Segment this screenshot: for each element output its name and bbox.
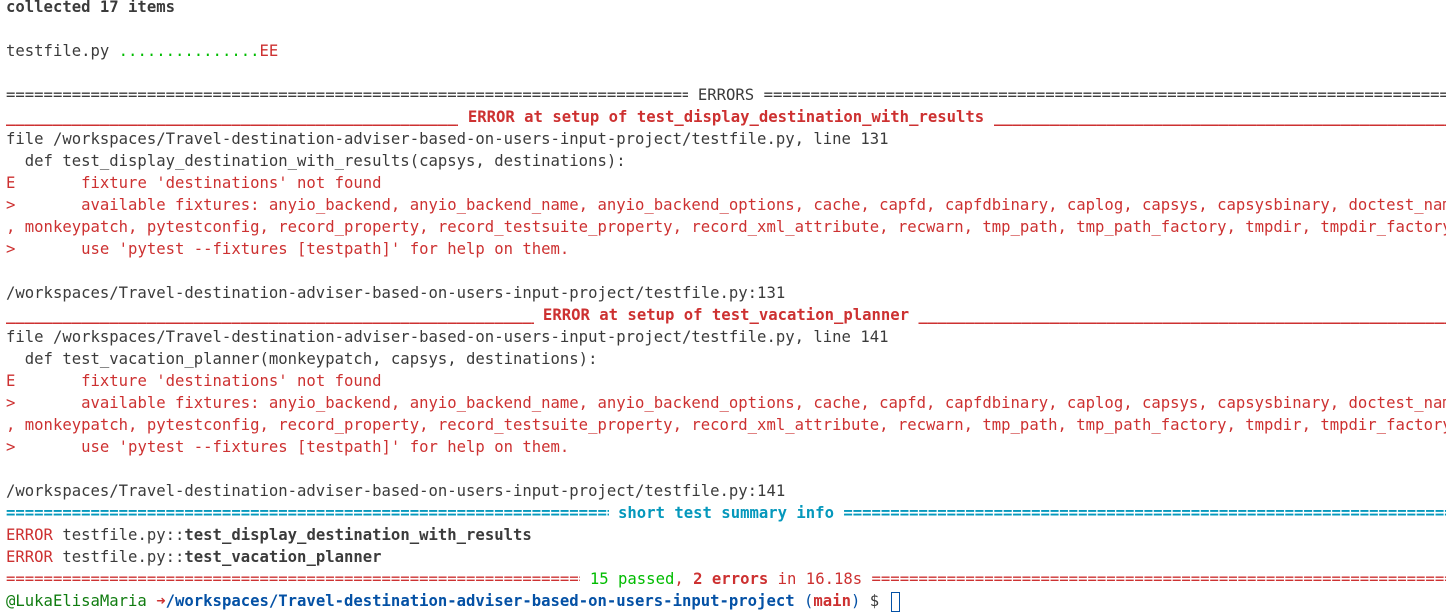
- error-available-line-2: > available fixtures: anyio_backend, any…: [6, 392, 1446, 414]
- prompt-branch-close: ): [850, 592, 861, 610]
- underscore-right: [918, 304, 1446, 326]
- progress-pass-dots: ...............: [118, 42, 260, 60]
- progress-file: testfile.py: [6, 42, 119, 60]
- error-use-line-1: > use 'pytest --fixtures [testpath]' for…: [6, 238, 1446, 260]
- underscore-left: [6, 106, 458, 128]
- summary-file[interactable]: testfile.py::: [53, 548, 184, 566]
- error-location-1[interactable]: /workspaces/Travel-destination-adviser-b…: [6, 282, 1446, 304]
- result-time: in 16.18s: [768, 570, 872, 588]
- separator-left: [6, 568, 580, 590]
- prompt-user: @LukaElisaMaria: [6, 592, 157, 610]
- prompt-arrow-icon: ➜: [156, 592, 166, 610]
- result-errors: 2 errors: [693, 570, 769, 588]
- avail-prefix: >: [6, 196, 82, 214]
- prompt-path: /workspaces/Travel-destination-adviser-b…: [165, 592, 795, 610]
- prompt-branch: main: [813, 592, 851, 610]
- e-prefix: E: [6, 174, 82, 192]
- summary-header: short test summary info: [6, 502, 1446, 524]
- summary-test[interactable]: test_vacation_planner: [184, 548, 381, 566]
- error-e-line-2: E fixture 'destinations' not found: [6, 370, 1446, 392]
- result-comma: ,: [674, 570, 694, 588]
- terminal-cursor[interactable]: [890, 591, 900, 612]
- prompt-symbol: $: [860, 592, 889, 610]
- shell-prompt[interactable]: @LukaElisaMaria ➜/workspaces/Travel-dest…: [6, 590, 1446, 612]
- error-e-line-1: E fixture 'destinations' not found: [6, 172, 1446, 194]
- error-location-2[interactable]: /workspaces/Travel-destination-adviser-b…: [6, 480, 1446, 502]
- avail-prefix: >: [6, 394, 82, 412]
- summary-test[interactable]: test_display_destination_with_results: [184, 526, 531, 544]
- underscore-left: [6, 304, 534, 326]
- underscore-right: [994, 106, 1446, 128]
- summary-file[interactable]: testfile.py::: [53, 526, 184, 544]
- error-def-line-1: def test_display_destination_with_result…: [6, 152, 626, 170]
- separator-left: [6, 502, 609, 524]
- use-text: use 'pytest --fixtures [testpath]' for h…: [81, 240, 570, 258]
- errors-section-header: ERRORS: [6, 84, 1446, 106]
- summary-kind: ERROR: [6, 548, 53, 566]
- result-passed: 15 passed: [580, 570, 675, 588]
- separator-right: [843, 502, 1446, 524]
- collected-line: collected 17 items: [6, 0, 175, 16]
- error-use-line-2: > use 'pytest --fixtures [testpath]' for…: [6, 436, 1446, 458]
- error-file-line-2[interactable]: file /workspaces/Travel-destination-advi…: [6, 326, 1446, 348]
- error-title-text-2: ERROR at setup of test_vacation_planner: [533, 306, 919, 324]
- e-text: fixture 'destinations' not found: [81, 174, 382, 192]
- avail-text: available fixtures: anyio_backend, anyio…: [81, 196, 1446, 214]
- avail-text: available fixtures: anyio_backend, anyio…: [81, 394, 1446, 412]
- summary-title: short test summary info: [608, 504, 844, 522]
- summary-kind: ERROR: [6, 526, 53, 544]
- terminal-output[interactable]: collected 17 items testfile.py .........…: [6, 0, 1446, 612]
- progress-error-marks: EE: [259, 42, 279, 60]
- use-prefix: >: [6, 438, 82, 456]
- use-prefix: >: [6, 240, 82, 258]
- use-text: use 'pytest --fixtures [testpath]' for h…: [81, 438, 570, 456]
- error-file-line-1[interactable]: file /workspaces/Travel-destination-advi…: [6, 128, 1446, 150]
- error-title-2: ERROR at setup of test_vacation_planner: [6, 304, 1446, 326]
- prompt-branch-open: (: [794, 592, 814, 610]
- e-text: fixture 'destinations' not found: [81, 372, 382, 390]
- error-title-text-1: ERROR at setup of test_display_destinati…: [458, 108, 994, 126]
- error-title-1: ERROR at setup of test_display_destinati…: [6, 106, 1446, 128]
- summary-item-2: ERROR testfile.py::test_vacation_planner: [6, 546, 1446, 568]
- errors-section-title: ERRORS: [688, 86, 764, 104]
- e-prefix: E: [6, 372, 82, 390]
- error-def-line-2: def test_vacation_planner(monkeypatch, c…: [6, 350, 598, 368]
- separator-right: [764, 84, 1446, 106]
- error-available-cont-2: , monkeypatch, pytestconfig, record_prop…: [6, 416, 1446, 434]
- separator-right: [872, 568, 1446, 590]
- error-available-line-1: > available fixtures: anyio_backend, any…: [6, 194, 1446, 216]
- progress-line: testfile.py ...............EE: [6, 40, 1446, 62]
- separator-left: [6, 84, 688, 106]
- summary-item-1: ERROR testfile.py::test_display_destinat…: [6, 524, 1446, 546]
- result-line: 15 passed, 2 errors in 16.18s: [6, 568, 1446, 590]
- error-available-cont-1: , monkeypatch, pytestconfig, record_prop…: [6, 218, 1446, 236]
